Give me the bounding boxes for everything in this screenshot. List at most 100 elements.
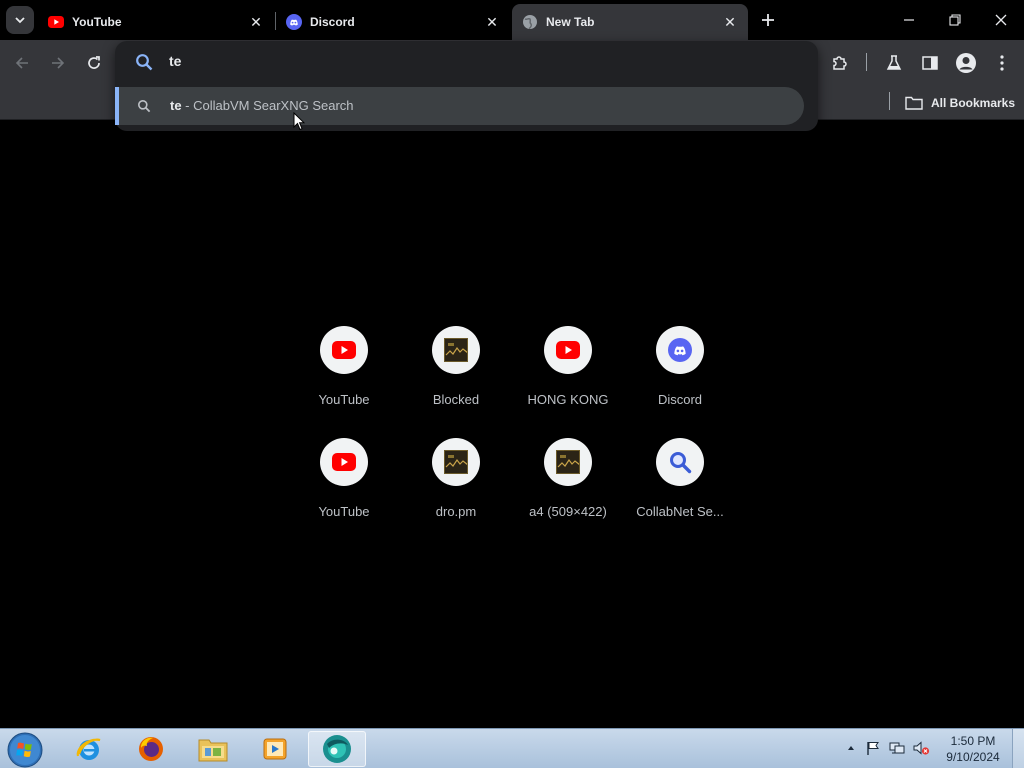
volume-tray[interactable] bbox=[912, 739, 930, 757]
shortcut-tile[interactable]: YouTube bbox=[288, 438, 400, 550]
taskbar-clock[interactable]: 1:50 PM 9/10/2024 bbox=[936, 733, 1010, 765]
browser-window: YouTube ✕ Discord ✕ New Tab ✕ All Bookma… bbox=[0, 0, 1024, 768]
shortcut-tile[interactable]: HONG KONG bbox=[512, 326, 624, 438]
shortcut-icon-circle bbox=[656, 326, 704, 374]
folder-icon bbox=[198, 739, 228, 762]
tab-new-tab[interactable]: New Tab ✕ bbox=[512, 4, 748, 40]
suggestion-suffix: - CollabVM SearXNG Search bbox=[181, 98, 354, 113]
selection-indicator bbox=[115, 87, 119, 125]
shortcut-icon-circle bbox=[432, 438, 480, 486]
show-desktop-button[interactable] bbox=[1012, 729, 1024, 768]
omnibox-popup: te - CollabVM SearXNG Search bbox=[115, 41, 818, 131]
shortcut-label: dro.pm bbox=[435, 504, 477, 519]
show-hidden-icons-button[interactable] bbox=[842, 739, 860, 757]
avatar-icon bbox=[956, 53, 976, 73]
youtube-icon bbox=[48, 16, 64, 28]
new-tab-button[interactable] bbox=[756, 8, 780, 32]
shortcut-tile[interactable]: Blocked bbox=[400, 326, 512, 438]
tab-search-button[interactable] bbox=[6, 6, 34, 34]
taskbar-firefox[interactable] bbox=[124, 731, 178, 767]
folder-icon bbox=[905, 96, 923, 110]
youtube-icon bbox=[332, 341, 356, 359]
reload-icon bbox=[88, 56, 100, 69]
media-player-icon bbox=[263, 738, 287, 760]
tab-strip: YouTube ✕ Discord ✕ New Tab ✕ bbox=[0, 0, 1024, 40]
shortcut-tile[interactable]: YouTube bbox=[288, 326, 400, 438]
taskbar-file-explorer[interactable] bbox=[186, 731, 240, 767]
taskbar-internet-explorer[interactable] bbox=[62, 731, 116, 767]
youtube-icon bbox=[332, 453, 356, 471]
tab-title: New Tab bbox=[546, 15, 595, 29]
side-panel-button[interactable] bbox=[916, 49, 944, 77]
shortcut-tile[interactable]: a4 (509×422) bbox=[512, 438, 624, 550]
shortcut-label: Discord bbox=[657, 392, 703, 407]
arrow-right-icon bbox=[52, 57, 65, 69]
close-window-button[interactable] bbox=[978, 0, 1024, 40]
taskbar-chrome-active[interactable] bbox=[308, 731, 366, 767]
shortcut-icon-circle bbox=[656, 438, 704, 486]
shortcut-label: YouTube bbox=[318, 504, 370, 519]
tab-discord[interactable]: Discord ✕ bbox=[276, 4, 510, 40]
tab-close-button[interactable]: ✕ bbox=[484, 14, 500, 30]
shortcut-label: HONG KONG bbox=[527, 392, 609, 407]
shortcut-icon-circle bbox=[320, 438, 368, 486]
clock-time: 1:50 PM bbox=[950, 734, 996, 748]
minimize-icon bbox=[904, 19, 914, 21]
close-icon bbox=[995, 14, 1007, 26]
taskbar-media-player[interactable] bbox=[248, 731, 302, 767]
shortcut-tile[interactable]: CollabNet Se... bbox=[624, 438, 736, 550]
start-button[interactable] bbox=[6, 731, 46, 768]
forward-button[interactable] bbox=[44, 49, 72, 77]
network-icon bbox=[889, 742, 905, 754]
reload-button[interactable] bbox=[80, 49, 108, 77]
network-tray[interactable] bbox=[888, 739, 906, 757]
toolbar-divider bbox=[866, 53, 867, 71]
youtube-icon bbox=[556, 341, 580, 359]
all-bookmarks-button[interactable]: All Bookmarks bbox=[905, 90, 1015, 116]
back-button[interactable] bbox=[8, 49, 36, 77]
shortcut-label: a4 (509×422) bbox=[529, 504, 607, 519]
shortcut-icon-circle bbox=[544, 438, 592, 486]
search-icon bbox=[670, 452, 692, 474]
thumbnail-icon bbox=[556, 450, 580, 474]
minimize-button[interactable] bbox=[886, 0, 932, 40]
labs-button[interactable] bbox=[880, 49, 908, 77]
shortcut-icon-circle bbox=[432, 326, 480, 374]
all-bookmarks-label: All Bookmarks bbox=[931, 96, 1016, 110]
extensions-button[interactable] bbox=[826, 49, 854, 77]
omnibox-suggestion[interactable]: te - CollabVM SearXNG Search bbox=[115, 87, 804, 125]
search-icon bbox=[138, 100, 151, 113]
tab-close-button[interactable]: ✕ bbox=[248, 14, 264, 30]
discord-icon bbox=[668, 338, 692, 362]
taskbar: 1:50 PM 9/10/2024 bbox=[0, 728, 1024, 768]
profile-button[interactable] bbox=[952, 49, 980, 77]
thumbnail-icon bbox=[444, 338, 468, 362]
address-bar-input[interactable] bbox=[169, 53, 769, 69]
tab-title: Discord bbox=[310, 15, 355, 29]
shortcut-icon-circle bbox=[320, 326, 368, 374]
mouse-cursor-icon bbox=[293, 112, 305, 131]
shortcut-tile[interactable]: Discord bbox=[624, 326, 736, 438]
firefox-icon bbox=[139, 737, 163, 761]
discord-icon bbox=[286, 14, 302, 30]
action-center-tray[interactable] bbox=[864, 739, 882, 757]
caret-up-icon bbox=[848, 746, 854, 750]
chevron-down-icon bbox=[15, 17, 25, 24]
browser-app-icon bbox=[323, 735, 351, 763]
volume-muted-icon bbox=[913, 741, 930, 755]
menu-button[interactable] bbox=[988, 49, 1016, 77]
internet-explorer-icon bbox=[76, 738, 101, 760]
side-panel-icon bbox=[922, 56, 938, 70]
plus-icon bbox=[762, 14, 774, 26]
flask-icon bbox=[886, 55, 902, 70]
shortcut-label: YouTube bbox=[318, 392, 370, 407]
shortcut-label: Blocked bbox=[432, 392, 480, 407]
tab-youtube[interactable]: YouTube ✕ bbox=[38, 4, 274, 40]
shortcut-tile[interactable]: dro.pm bbox=[400, 438, 512, 550]
suggestion-query: te bbox=[170, 98, 182, 113]
restore-button[interactable] bbox=[932, 0, 978, 40]
globe-icon bbox=[523, 15, 537, 30]
clock-date: 9/10/2024 bbox=[946, 750, 1000, 764]
tab-close-button[interactable]: ✕ bbox=[722, 14, 738, 30]
puzzle-icon bbox=[833, 56, 847, 70]
